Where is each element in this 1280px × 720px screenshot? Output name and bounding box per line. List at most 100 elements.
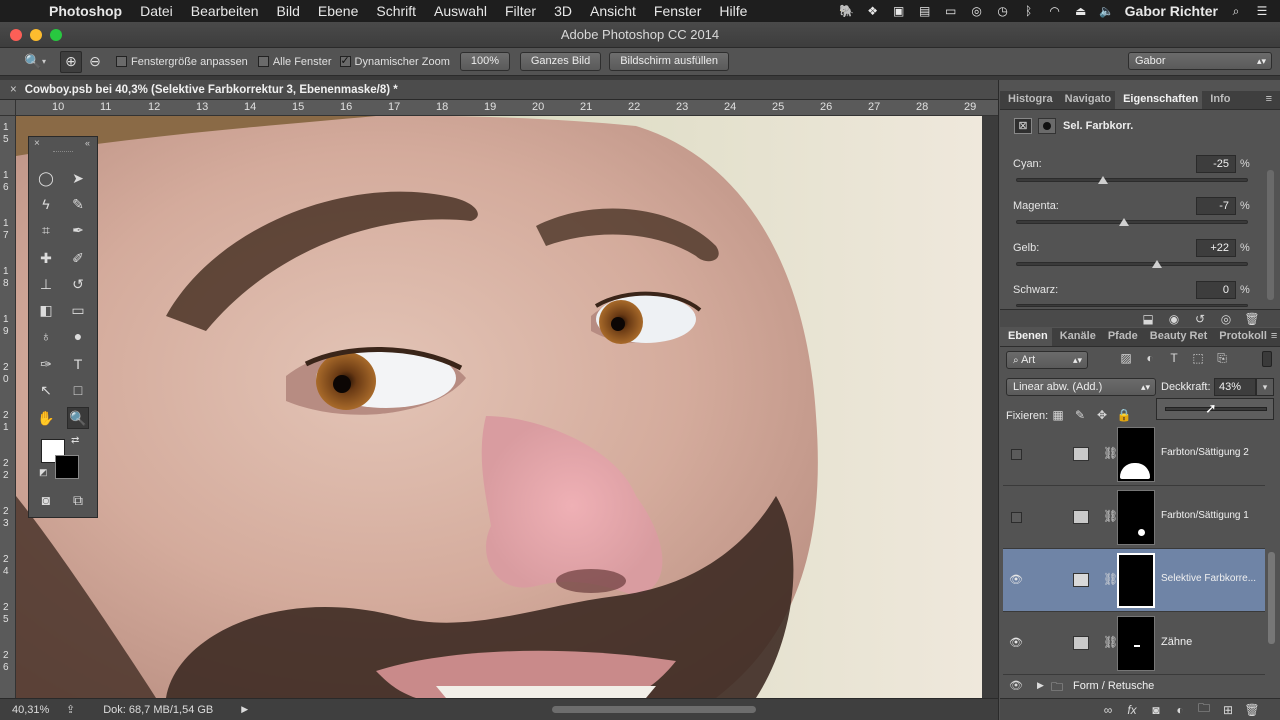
screen-mode-icon[interactable]: ⧉ [67,489,89,511]
wifi-icon[interactable]: ◠ [1047,4,1063,18]
link-chain-icon[interactable]: ⛓ [1103,509,1118,523]
marquee-tool-icon[interactable]: ◯ [35,167,57,189]
clip-to-layer-icon[interactable]: ⬓ [1140,312,1156,326]
tab-history[interactable]: Protokoll [1211,327,1271,346]
tab-histogram[interactable]: Histogra [1000,90,1057,109]
tab-paths[interactable]: Pfade [1100,327,1142,346]
blur-tool-icon[interactable]: ● [67,325,89,347]
zoom-window-button[interactable] [50,29,62,41]
move-tool-icon[interactable]: ➤ [67,167,89,189]
filter-pixel-icon[interactable]: ▨ [1118,351,1134,366]
gradient-tool-icon[interactable]: ▭ [67,299,89,321]
eye-icon[interactable]: 👁 [1009,573,1023,586]
fit-screen-button[interactable]: Ganzes Bild [519,52,602,71]
toggle-visibility-icon[interactable]: ◎ [1218,312,1234,326]
fit-window-checkbox-wrap[interactable]: Fenstergröße anpassen [116,56,248,68]
horizontal-ruler[interactable]: 10 11 12 13 14 15 16 17 18 19 20 21 22 23 24 25 26 27 28 29 [16,100,998,116]
hand-tool-icon[interactable]: ✋ [35,407,57,429]
layer-row-teeth[interactable]: 👁 ⛓ Zähne [1003,612,1265,675]
filter-adjustment-icon[interactable]: ◐ [1142,351,1158,366]
layers-panel-menu-icon[interactable]: ≡ [1271,330,1280,346]
sync-icon[interactable]: ◎ [969,4,985,18]
reset-icon[interactable]: ↺ [1192,312,1208,326]
share-icon[interactable]: ⇪ [66,703,75,716]
lock-position-icon[interactable]: ✥ [1094,408,1110,422]
menu-hilfe[interactable]: Hilfe [710,3,756,19]
vertical-scrollbar[interactable] [982,116,998,698]
layer-row-hue-saturation-1[interactable]: ⛓ Farbton/Sättigung 1 [1003,486,1265,549]
layer-mask-thumbnail[interactable] [1117,427,1155,482]
document-canvas[interactable] [16,116,982,698]
menu-filter[interactable]: Filter [496,3,545,19]
filter-toggle-switch[interactable] [1262,351,1272,367]
cyan-slider[interactable] [1016,176,1248,184]
extension-icon[interactable]: ▣ [891,4,907,18]
new-group-icon[interactable]: 🗀 [1196,699,1212,720]
lasso-tool-icon[interactable]: ϟ [35,193,57,215]
menu-bearbeiten[interactable]: Bearbeiten [182,3,268,19]
eject-icon[interactable]: ⏏ [1073,4,1089,18]
panel-grip[interactable] [53,151,73,154]
magenta-value[interactable]: -7 [1196,197,1236,215]
path-selection-tool-icon[interactable]: ↖ [35,379,57,401]
menu-fenster[interactable]: Fenster [645,3,710,19]
notes-icon[interactable]: ▤ [917,4,933,18]
layer-row-selective-color[interactable]: 👁 ⛓ Selektive Farbkorre... [1003,549,1265,612]
zoom-tool-preset-icon[interactable]: 🔍 [22,51,44,73]
lock-all-icon[interactable]: 🔒 [1116,408,1132,422]
properties-scrollbar[interactable] [1267,170,1274,300]
link-layers-icon[interactable]: ∞ [1100,703,1116,717]
menu-ebene[interactable]: Ebene [309,3,367,19]
display-icon[interactable]: ▭ [943,4,959,18]
quick-selection-tool-icon[interactable]: ✎ [67,193,89,215]
blend-mode-dropdown[interactable]: Linear abw. (Add.) ▴▾ [1006,378,1156,396]
zoom-out-icon[interactable]: ⊖ [84,51,106,73]
history-brush-tool-icon[interactable]: ↺ [67,273,89,295]
view-previous-state-icon[interactable]: ◉ [1166,312,1182,326]
menu-bild[interactable]: Bild [268,3,309,19]
workspace-dropdown[interactable]: Gabor ▴▾ [1128,52,1272,70]
eyedropper-tool-icon[interactable]: ✒ [67,219,89,241]
close-panel-icon[interactable]: × [34,138,40,149]
notification-list-icon[interactable]: ☰ [1254,4,1270,18]
tab-navigator[interactable]: Navigato [1057,90,1115,109]
tab-layers[interactable]: Ebenen [1000,327,1052,346]
layer-mask-thumbnail[interactable] [1117,490,1155,545]
layer-group-row[interactable]: 👁 ▶ 🗀 Form / Retusche [1003,676,1265,696]
expand-group-icon[interactable]: ▶ [1037,680,1044,691]
lock-pixels-icon[interactable]: ✎ [1072,408,1088,422]
all-windows-checkbox-wrap[interactable]: Alle Fenster [257,56,332,68]
layer-filter-dropdown[interactable]: ⌕ Art ▴▾ [1006,351,1088,369]
dynamic-zoom-checkbox[interactable] [339,54,351,68]
layer-mask-thumbnail[interactable] [1117,616,1155,671]
rectangle-tool-icon[interactable]: □ [67,379,89,401]
eye-icon[interactable]: 👁 [1009,636,1023,649]
time-machine-icon[interactable]: ◷ [995,4,1011,18]
layers-scrollbar[interactable] [1268,552,1275,644]
visibility-toggle[interactable] [1011,449,1022,460]
black-slider[interactable] [1016,304,1248,307]
evernote-icon[interactable]: 🐘 [839,4,855,18]
close-window-button[interactable] [10,29,22,41]
zoom-in-icon[interactable]: ⊕ [60,50,83,73]
crop-tool-icon[interactable]: ⌗ [35,219,57,241]
new-adjustment-layer-icon[interactable]: ◐ [1172,703,1188,717]
layer-mask-thumbnail[interactable] [1117,553,1155,608]
fit-window-checkbox[interactable] [116,56,128,68]
vertical-ruler[interactable]: 1 5 1 6 1 7 1 8 1 9 2 0 2 1 2 2 2 3 2 4 2 5 2 6 [0,116,16,698]
link-chain-icon[interactable]: ⛓ [1103,572,1118,586]
volume-icon[interactable]: 🔈 [1099,4,1115,18]
cyan-value[interactable]: -25 [1196,155,1236,173]
black-value[interactable]: 0 [1196,281,1236,299]
brush-tool-icon[interactable]: ✐ [67,247,89,269]
yellow-slider[interactable] [1016,260,1248,268]
tab-properties[interactable]: Eigenschaften [1115,90,1203,109]
clone-stamp-tool-icon[interactable]: ⊥ [35,273,57,295]
layer-row-hue-saturation-2[interactable]: ⛓ Farbton/Sättigung 2 [1003,423,1265,486]
cyan-slider-thumb[interactable] [1098,176,1109,184]
user-name[interactable]: Gabor Richter [1125,3,1218,19]
status-menu-arrow-icon[interactable]: ▶ [241,704,248,715]
delete-layer-icon[interactable]: 🗑 [1244,703,1260,717]
all-windows-checkbox[interactable] [257,56,269,68]
menu-schrift[interactable]: Schrift [367,3,425,19]
